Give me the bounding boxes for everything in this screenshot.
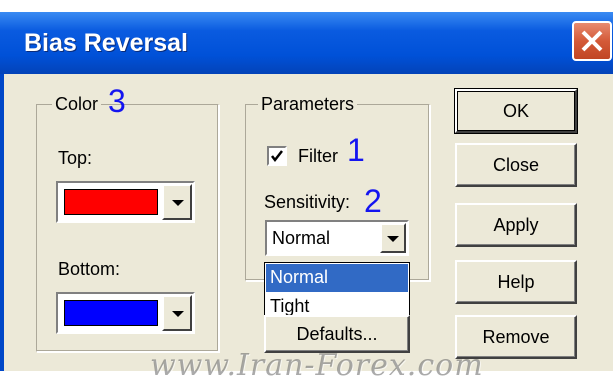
sensitivity-select[interactable]: Normal — [265, 220, 409, 256]
top-color-swatch — [64, 189, 158, 215]
sensitivity-option-normal[interactable]: Normal — [266, 264, 408, 292]
close-window-button[interactable] — [572, 21, 612, 61]
close-button[interactable]: Close — [455, 143, 577, 187]
annotation-1: 1 — [347, 132, 365, 168]
top-color-dropdown-button[interactable] — [162, 184, 192, 220]
top-color-label: Top: — [58, 148, 93, 168]
bottom-color-dropdown-button[interactable] — [162, 295, 192, 331]
bias-reversal-dialog: Bias Reversal Color 3 Top: Bottom: Param… — [0, 12, 613, 383]
annotation-2: 2 — [364, 183, 382, 219]
help-button[interactable]: Help — [455, 260, 577, 304]
chevron-down-icon — [172, 311, 184, 317]
parameters-group-legend: Parameters — [258, 94, 358, 115]
sensitivity-label: Sensitivity: — [264, 192, 351, 212]
sensitivity-dropdown-button[interactable] — [380, 223, 406, 253]
window-frame-left — [0, 74, 4, 371]
ok-button[interactable]: OK — [455, 89, 577, 133]
bottom-color-picker[interactable] — [56, 292, 195, 334]
title-bar[interactable]: Bias Reversal — [0, 12, 613, 74]
chevron-down-icon — [172, 200, 184, 206]
check-icon — [271, 150, 283, 163]
annotation-3: 3 — [108, 83, 126, 119]
apply-button[interactable]: Apply — [455, 203, 577, 247]
filter-checkbox[interactable] — [267, 146, 287, 166]
bottom-color-label: Bottom: — [58, 259, 121, 279]
window-title: Bias Reversal — [24, 29, 189, 57]
top-color-picker[interactable] — [56, 181, 195, 223]
close-icon — [581, 30, 603, 52]
sensitivity-selected-value: Normal — [272, 228, 331, 248]
chevron-down-icon — [387, 236, 399, 242]
filter-label[interactable]: Filter — [298, 146, 338, 167]
watermark: www.Iran-Forex.com — [150, 348, 484, 383]
color-group-legend: Color — [52, 94, 102, 115]
bottom-color-swatch — [64, 300, 158, 326]
